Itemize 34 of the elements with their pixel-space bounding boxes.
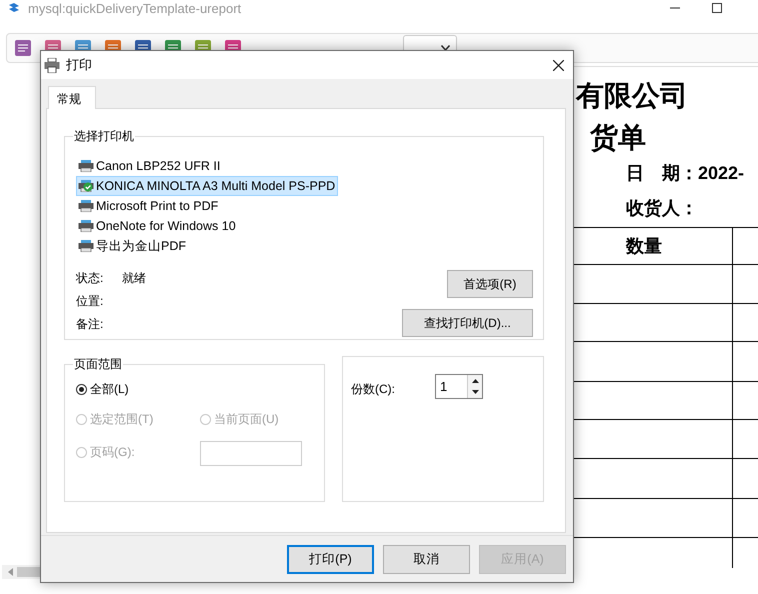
comment-label: 备注:	[76, 316, 104, 332]
printer-item[interactable]: Canon LBP252 UFR II	[76, 156, 224, 176]
spin-down-icon[interactable]	[472, 390, 478, 394]
group-title: 选择打印机	[73, 128, 135, 145]
spin-up-icon[interactable]	[472, 378, 478, 383]
dialog-button[interactable]: 取消	[383, 544, 470, 574]
close-icon[interactable]	[553, 60, 564, 70]
printer-item[interactable]: 导出为金山PDF	[76, 236, 189, 256]
table-header-cell-text: 数量	[626, 235, 662, 258]
printer-item[interactable]: KONICA MINOLTA A3 Multi Model PS-PPD	[76, 176, 338, 196]
location-label: 位置:	[76, 292, 104, 310]
document-icon[interactable]	[13, 38, 33, 58]
radio-option[interactable]: 全部(L)	[76, 379, 314, 399]
preferences-button[interactable]: 首选项(R)	[447, 270, 533, 298]
app-icon	[8, 3, 20, 13]
group-title: 页面范围	[73, 356, 123, 373]
consignee-field: 收货人：	[626, 196, 698, 220]
maximize-icon[interactable]	[712, 3, 722, 13]
window-title: mysql:quickDeliveryTemplate-ureport	[28, 0, 242, 16]
document-title: 货单	[590, 121, 646, 155]
printer-item[interactable]: Microsoft Print to PDF	[76, 196, 222, 216]
caret-icon	[441, 45, 450, 51]
radio-button[interactable]	[76, 384, 87, 394]
copies-label: 份数(C):	[351, 381, 395, 398]
date-field: 日 期：2022-	[626, 161, 744, 185]
dialog-button[interactable]: 打印(P)	[287, 544, 374, 574]
company-name: 有限公司	[576, 79, 688, 113]
tab[interactable]: 常规	[48, 86, 96, 109]
printer-item[interactable]: OneNote for Windows 10	[76, 216, 239, 236]
copies-spinner[interactable]: 1	[435, 374, 483, 399]
find-printer-button[interactable]: 查找打印机(D)...	[402, 309, 533, 337]
status-label: 状态:	[76, 270, 104, 286]
dialog-title: 打印	[66, 56, 92, 74]
status-value: 就绪	[122, 270, 146, 286]
